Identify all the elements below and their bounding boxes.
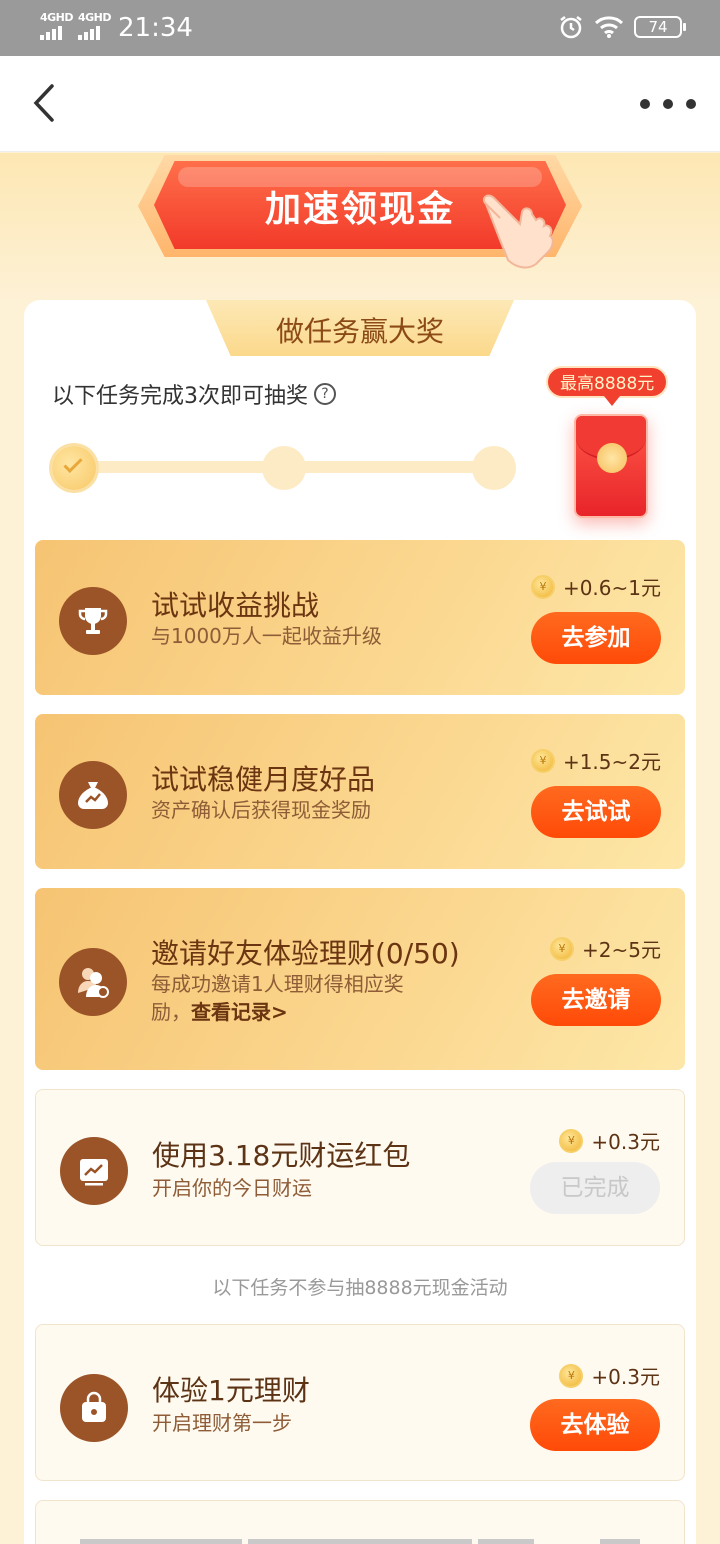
task-description-line: 每成功邀请1人理财得相应奖 xyxy=(151,972,404,996)
clock: 21:34 xyxy=(118,13,193,43)
join-button[interactable]: 去参加 xyxy=(531,612,661,664)
task-row-one-yuan-finance: 体验1元理财 开启理财第一步 ¥ +0.3元 去体验 xyxy=(35,1324,685,1481)
reward-amount: +0.3元 xyxy=(591,1365,660,1389)
task-reward: ¥ +0.6~1元 xyxy=(530,572,661,601)
task-title: 邀请好友体验理财(0/50) xyxy=(151,937,460,970)
dot-icon xyxy=(663,99,673,109)
card-title: 做任务赢大奖 xyxy=(275,315,444,348)
task-description: 与1000万人一起收益升级 xyxy=(151,624,382,648)
task-title: 体验1元理财 xyxy=(152,1374,310,1407)
status-bar: 4GHD 4GHD 21:34 74 xyxy=(0,0,720,56)
coin-icon: ¥ xyxy=(550,936,575,961)
task-description-line: 励，查看记录> xyxy=(151,1000,288,1024)
signal-icon: 4GHD xyxy=(40,11,74,40)
reward-amount: +0.6~1元 xyxy=(562,576,661,600)
wifi-icon xyxy=(594,16,624,38)
more-options-button[interactable] xyxy=(640,86,696,122)
dot-icon xyxy=(640,99,650,109)
battery-level: 74 xyxy=(648,18,668,36)
experience-button[interactable]: 去体验 xyxy=(530,1399,660,1451)
task-row-invite-friends: 邀请好友体验理财(0/50) 每成功邀请1人理财得相应奖 励，查看记录> ¥ +… xyxy=(35,888,685,1070)
task-row-monthly-product: 试试稳健月度好品 资产确认后获得现金奖励 ¥ +1.5~2元 去试试 xyxy=(35,714,685,869)
progress-label: 以下任务完成3次即可抽奖 xyxy=(52,384,308,409)
signal-icon: 4GHD xyxy=(78,11,112,40)
reward-amount: +1.5~2元 xyxy=(562,750,661,774)
battery-icon: 74 xyxy=(634,16,686,38)
lock-bag-icon xyxy=(60,1374,128,1442)
task-reward: ¥ +0.3元 xyxy=(559,1361,660,1390)
chart-icon xyxy=(60,1137,128,1205)
completed-button: 已完成 xyxy=(530,1162,660,1214)
try-button[interactable]: 去试试 xyxy=(531,786,661,838)
task-row-lucky-red-packet: 使用3.18元财运红包 开启你的今日财运 ¥ +0.3元 已完成 xyxy=(35,1089,685,1246)
progress-step-2 xyxy=(262,446,306,490)
coin-icon: ¥ xyxy=(559,1363,584,1388)
task-description: 资产确认后获得现金奖励 xyxy=(151,798,371,822)
dot-icon xyxy=(686,99,696,109)
network-type-label: 4GHD xyxy=(78,11,112,24)
scroll-placeholder xyxy=(80,1539,242,1544)
invite-friend-icon xyxy=(59,948,127,1016)
coin-icon: ¥ xyxy=(530,748,555,773)
task-reward: ¥ +2~5元 xyxy=(550,934,661,963)
red-packet-icon[interactable] xyxy=(574,414,648,518)
task-title: 使用3.18元财运红包 xyxy=(152,1139,411,1172)
task-reward: ¥ +0.3元 xyxy=(559,1126,660,1155)
pointing-hand-icon xyxy=(482,194,554,269)
task-title: 试试稳健月度好品 xyxy=(151,763,376,796)
nav-bar xyxy=(0,56,720,152)
help-icon[interactable]: ? xyxy=(314,383,336,405)
network-type-label: 4GHD xyxy=(40,11,74,24)
task-description: 开启你的今日财运 xyxy=(152,1176,312,1200)
check-icon xyxy=(63,453,83,474)
scroll-placeholder xyxy=(600,1539,640,1544)
money-bag-icon xyxy=(59,761,127,829)
scroll-placeholder xyxy=(248,1539,472,1544)
progress-step-3 xyxy=(472,446,516,490)
task-title: 试试收益挑战 xyxy=(151,589,320,622)
alarm-icon xyxy=(560,16,582,39)
task-description: 开启理财第一步 xyxy=(152,1411,292,1435)
back-button[interactable] xyxy=(20,78,70,128)
progress-step-1 xyxy=(52,446,96,490)
scroll-placeholder xyxy=(478,1539,534,1544)
task-row-partial xyxy=(35,1500,685,1544)
task-description: 每成功邀请1人理财得相应奖 励，查看记录> xyxy=(151,970,404,1026)
trophy-icon xyxy=(59,587,127,655)
view-records-link[interactable]: 查看记录> xyxy=(191,1000,288,1024)
coin-icon: ¥ xyxy=(530,574,555,599)
section-note: 以下任务不参与抽8888元现金活动 xyxy=(212,1277,508,1299)
reward-amount: +0.3元 xyxy=(591,1130,660,1154)
coin-icon: ¥ xyxy=(559,1128,584,1153)
lottery-progress-text: 以下任务完成3次即可抽奖 ? xyxy=(52,378,336,410)
reward-amount: +2~5元 xyxy=(582,938,661,962)
invite-button[interactable]: 去邀请 xyxy=(531,974,661,1026)
max-prize-badge: 最高8888元 xyxy=(546,366,669,406)
task-reward: ¥ +1.5~2元 xyxy=(530,746,661,775)
task-row-yield-challenge: 试试收益挑战 与1000万人一起收益升级 ¥ +0.6~1元 去参加 xyxy=(35,540,685,695)
chevron-left-icon xyxy=(33,84,54,122)
